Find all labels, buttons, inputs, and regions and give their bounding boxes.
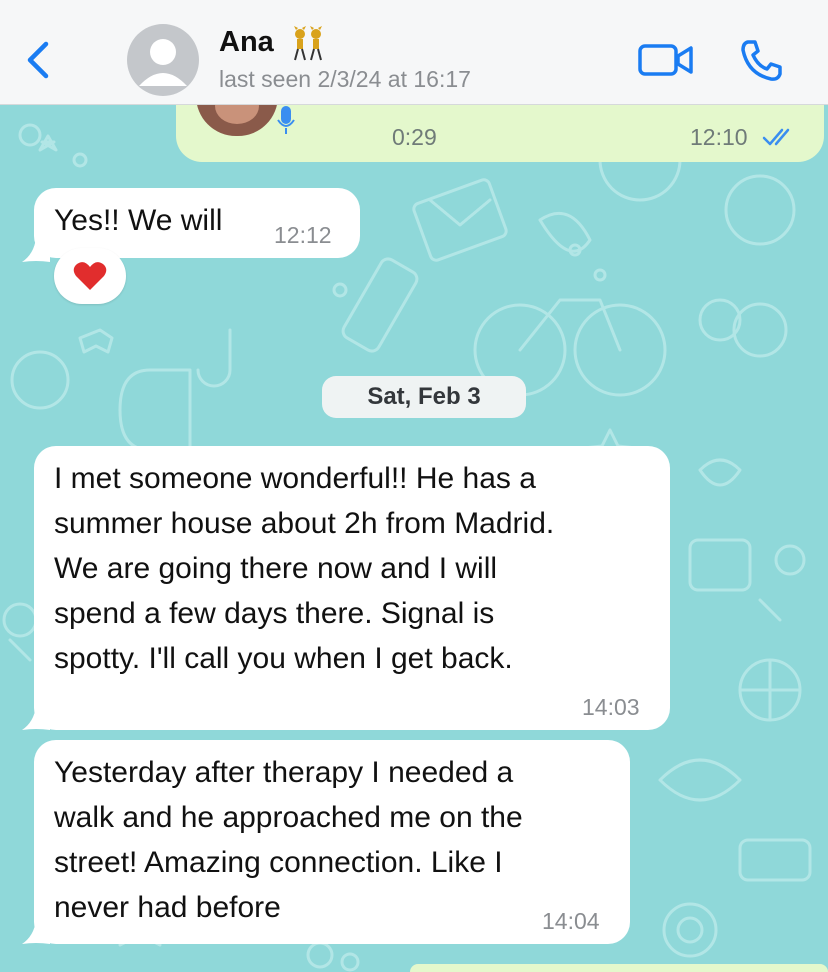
video-call-icon[interactable] <box>638 42 694 78</box>
avatar[interactable] <box>127 24 199 96</box>
message-time: 12:12 <box>274 222 332 248</box>
message-time: 14:04 <box>542 908 600 934</box>
contact-name[interactable]: Ana <box>219 26 274 59</box>
read-receipt-icon <box>762 128 790 146</box>
sent-message-partial[interactable] <box>410 964 828 972</box>
message-time: 12:10 <box>690 124 748 150</box>
heart-reaction[interactable] <box>54 248 126 304</box>
received-message[interactable]: I met someone wonderful!! He has a summe… <box>34 446 670 730</box>
message-text: Yesterday after therapy I needed a walk … <box>54 756 523 924</box>
last-seen-status: last seen 2/3/24 at 16:17 <box>219 66 471 92</box>
message-text: Yes!! We will <box>54 204 223 237</box>
microphone-icon <box>277 106 295 134</box>
voice-duration: 0:29 <box>392 124 437 150</box>
back-icon[interactable] <box>22 38 56 82</box>
message-time: 14:03 <box>582 694 640 720</box>
received-message[interactable]: Yesterday after therapy I needed a walk … <box>34 740 630 944</box>
date-separator: Sat, Feb 3 <box>322 376 526 418</box>
red-heart-icon <box>73 262 107 290</box>
message-text: I met someone wonderful!! He has a summe… <box>54 462 555 675</box>
chat-header: Ana last seen 2/3/24 at 16:17 <box>0 0 828 105</box>
dancers-emoji-icon <box>294 26 322 61</box>
avatar-placeholder-icon <box>139 39 187 86</box>
phone-icon[interactable] <box>738 38 784 84</box>
